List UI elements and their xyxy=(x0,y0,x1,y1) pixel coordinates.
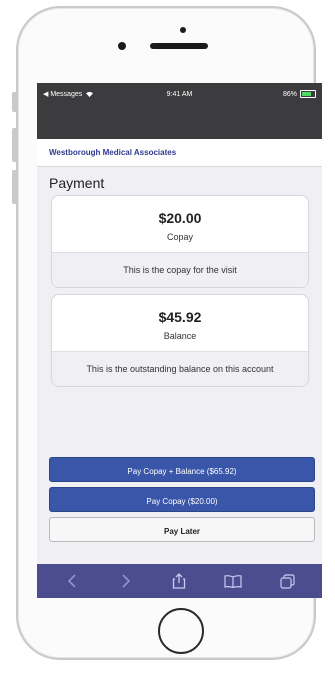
copay-amount: $20.00 xyxy=(158,210,202,226)
browser-nav-band xyxy=(37,105,322,139)
pay-later-button[interactable]: Pay Later xyxy=(49,517,315,542)
pay-copay-button[interactable]: Pay Copay ($20.00) xyxy=(49,487,315,512)
practice-header: Westborough Medical Associates xyxy=(37,139,322,167)
back-to-app-link[interactable]: ◀ Messages xyxy=(43,90,82,98)
back-icon[interactable] xyxy=(61,570,83,592)
phone-screen: ◀ Messages 9:41 AM 86% Westborough Medic… xyxy=(37,83,322,598)
practice-name: Westborough Medical Associates xyxy=(49,148,177,157)
home-button[interactable] xyxy=(158,608,204,654)
payment-actions: Pay Copay + Balance ($65.92) Pay Copay (… xyxy=(37,451,322,563)
front-camera xyxy=(118,42,126,50)
pay-copay-and-balance-button[interactable]: Pay Copay + Balance ($65.92) xyxy=(49,457,315,482)
balance-amount: $45.92 xyxy=(158,309,202,326)
battery-icon xyxy=(300,90,316,98)
payment-content: Payment $20.00 Copay This is the copay f… xyxy=(37,175,322,388)
bookmarks-icon[interactable] xyxy=(222,570,244,592)
copay-card: $20.00 Copay This is the copay for the v… xyxy=(51,195,309,289)
page-title: Payment xyxy=(49,175,105,191)
status-bar: ◀ Messages 9:41 AM 86% xyxy=(37,83,322,105)
copay-description: This is the copay for the visit xyxy=(52,252,308,288)
copay-label: Copay xyxy=(166,232,193,242)
share-icon[interactable] xyxy=(168,570,190,592)
status-left: ◀ Messages xyxy=(43,90,94,98)
browser-toolbar xyxy=(37,564,322,598)
status-right: 86% xyxy=(283,90,316,98)
wifi-icon xyxy=(86,91,94,97)
battery-percent: 86% xyxy=(282,90,297,98)
tabs-icon[interactable] xyxy=(276,570,298,592)
balance-card: $45.92 Balance This is the outstanding b… xyxy=(51,294,309,388)
balance-label: Balance xyxy=(163,331,197,342)
proximity-sensor xyxy=(180,27,186,33)
balance-description: This is the outstanding balance on this … xyxy=(52,351,308,387)
forward-icon[interactable] xyxy=(115,570,137,592)
earpiece-speaker xyxy=(150,43,208,49)
